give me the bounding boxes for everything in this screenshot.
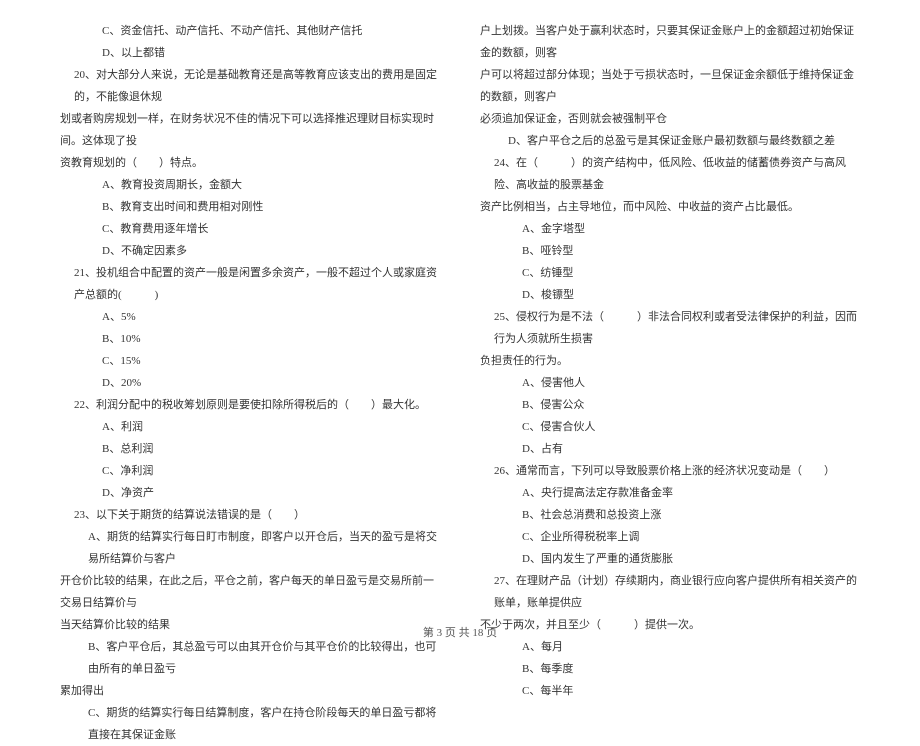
text-line: A、教育投资周期长，金额大 bbox=[60, 174, 440, 196]
text-line: 户可以将超过部分体现；当处于亏损状态时，一旦保证金余额低于维持保证金的数额，则客… bbox=[480, 64, 860, 108]
text-line: 资教育规划的（ ）特点。 bbox=[60, 152, 440, 174]
text-line: B、教育支出时间和费用相对刚性 bbox=[60, 196, 440, 218]
text-line: C、纺锤型 bbox=[480, 262, 860, 284]
text-line: B、10% bbox=[60, 328, 440, 350]
page-footer: 第 3 页 共 18 页 bbox=[0, 624, 920, 640]
text-line: 26、通常而言，下列可以导致股票价格上涨的经济状况变动是（ ） bbox=[480, 460, 860, 482]
text-line: 27、在理财产品（计划）存续期内，商业银行应向客户提供所有相关资产的账单，账单提… bbox=[480, 570, 860, 614]
text-line: 划或者购房规划一样，在财务状况不佳的情况下可以选择推迟理财目标实现时间。这体现了… bbox=[60, 108, 440, 152]
text-line: D、客户平仓之后的总盈亏是其保证金账户最初数额与最终数额之差 bbox=[480, 130, 860, 152]
text-line: A、利润 bbox=[60, 416, 440, 438]
text-line: A、5% bbox=[60, 306, 440, 328]
text-line: C、教育费用逐年增长 bbox=[60, 218, 440, 240]
text-line: B、哑铃型 bbox=[480, 240, 860, 262]
text-line: A、侵害他人 bbox=[480, 372, 860, 394]
text-line: 开仓价比较的结果，在此之后，平仓之前，客户每天的单日盈亏是交易所前一交易日结算价… bbox=[60, 570, 440, 614]
text-line: B、总利润 bbox=[60, 438, 440, 460]
text-line: D、20% bbox=[60, 372, 440, 394]
text-line: C、净利润 bbox=[60, 460, 440, 482]
text-line: B、社会总消费和总投资上涨 bbox=[480, 504, 860, 526]
text-line: 负担责任的行为。 bbox=[480, 350, 860, 372]
text-line: B、每季度 bbox=[480, 658, 860, 680]
text-line: C、15% bbox=[60, 350, 440, 372]
text-line: A、央行提高法定存款准备金率 bbox=[480, 482, 860, 504]
text-line: C、每半年 bbox=[480, 680, 860, 702]
text-line: C、期货的结算实行每日结算制度，客户在持仓阶段每天的单日盈亏都将直接在其保证金账 bbox=[60, 702, 440, 746]
text-line: C、资金信托、动产信托、不动产信托、其他财产信托 bbox=[60, 20, 440, 42]
text-line: D、以上都错 bbox=[60, 42, 440, 64]
text-line: D、占有 bbox=[480, 438, 860, 460]
text-line: 累加得出 bbox=[60, 680, 440, 702]
text-line: 21、投机组合中配置的资产一般是闲置多余资产，一般不超过个人或家庭资产总额的( … bbox=[60, 262, 440, 306]
text-line: 25、侵权行为是不法（ ）非法合同权利或者受法律保护的利益，因而行为人须就所生损… bbox=[480, 306, 860, 350]
text-line: D、不确定因素多 bbox=[60, 240, 440, 262]
text-line: D、国内发生了严重的通货膨胀 bbox=[480, 548, 860, 570]
text-line: B、客户平仓后，其总盈亏可以由其开仓价与其平仓价的比较得出，也可由所有的单日盈亏 bbox=[60, 636, 440, 680]
text-line: B、侵害公众 bbox=[480, 394, 860, 416]
text-line: 24、在（ ）的资产结构中，低风险、低收益的储蓄债券资产与高风险、高收益的股票基… bbox=[480, 152, 860, 196]
text-line: 资产比例相当，占主导地位，而中风险、中收益的资产占比最低。 bbox=[480, 196, 860, 218]
text-line: D、净资产 bbox=[60, 482, 440, 504]
text-line: 22、利润分配中的税收筹划原则是要使扣除所得税后的（ ）最大化。 bbox=[60, 394, 440, 416]
text-line: 必须追加保证金，否则就会被强制平仓 bbox=[480, 108, 860, 130]
text-line: A、期货的结算实行每日盯市制度，即客户以开仓后，当天的盈亏是将交易所结算价与客户 bbox=[60, 526, 440, 570]
text-line: C、侵害合伙人 bbox=[480, 416, 860, 438]
text-line: 23、以下关于期货的结算说法错误的是（ ） bbox=[60, 504, 440, 526]
text-line: 20、对大部分人来说，无论是基础教育还是高等教育应该支出的费用是固定的，不能像退… bbox=[60, 64, 440, 108]
text-line: A、金字塔型 bbox=[480, 218, 860, 240]
text-line: C、企业所得税税率上调 bbox=[480, 526, 860, 548]
text-line: D、梭镖型 bbox=[480, 284, 860, 306]
text-line: 户上划拨。当客户处于赢利状态时，只要其保证金账户上的金额超过初始保证金的数额，则… bbox=[480, 20, 860, 64]
